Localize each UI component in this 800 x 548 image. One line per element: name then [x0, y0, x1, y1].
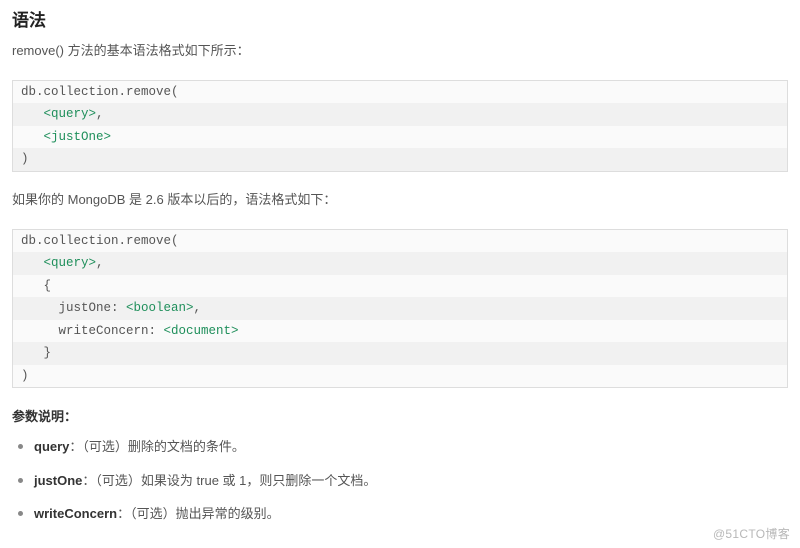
- watermark: @51CTO博客: [713, 525, 790, 542]
- param-desc: ：（可选）删除的文档的条件。: [69, 439, 245, 454]
- param-desc: ：（可选）抛出异常的级别。: [117, 506, 280, 521]
- params-heading: 参数说明：: [12, 406, 788, 425]
- token-justone: <justOne>: [44, 130, 112, 144]
- intro-text-1: remove() 方法的基本语法格式如下所示：: [12, 41, 788, 62]
- list-item: justOne：（可选）如果设为 true 或 1，则只删除一个文档。: [16, 471, 788, 491]
- list-item: query：（可选）删除的文档的条件。: [16, 437, 788, 457]
- token-query: <query>: [44, 256, 97, 270]
- param-name: justOne: [34, 473, 82, 488]
- intro-text-2: 如果你的 MongoDB 是 2.6 版本以后的，语法格式如下：: [12, 190, 788, 211]
- param-name: writeConcern: [34, 506, 117, 521]
- param-name: query: [34, 439, 69, 454]
- syntax-heading: 语法: [12, 6, 788, 31]
- list-item: writeConcern：（可选）抛出异常的级别。: [16, 504, 788, 524]
- param-list: query：（可选）删除的文档的条件。 justOne：（可选）如果设为 tru…: [12, 437, 788, 524]
- token-document: <document>: [164, 324, 239, 338]
- code-block-basic: db.collection.remove( <query>, <justOne>…: [12, 80, 788, 172]
- code-block-extended: db.collection.remove( <query>, { justOne…: [12, 229, 788, 389]
- token-boolean: <boolean>: [126, 301, 194, 315]
- token-query: <query>: [44, 107, 97, 121]
- param-desc: ：（可选）如果设为 true 或 1，则只删除一个文档。: [82, 473, 376, 488]
